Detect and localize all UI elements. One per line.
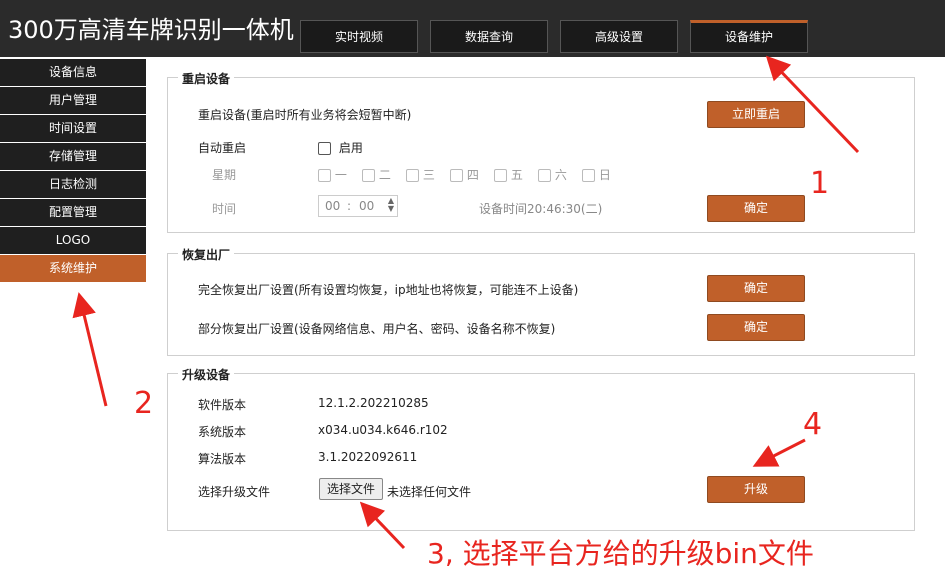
annotation-number-1: 1	[810, 166, 830, 201]
annotation-number-4: 4	[803, 407, 823, 442]
arrow-to-system-maintenance	[72, 292, 108, 407]
arrow-to-maintenance-tab	[765, 55, 860, 154]
arrow-to-choose-file	[359, 501, 406, 550]
annotation-arrows	[72, 55, 860, 550]
annotation-number-2: 2	[134, 386, 154, 421]
arrow-to-upgrade-button	[752, 438, 806, 467]
annotation-step-3: 3, 选择平台方给的升级bin文件	[427, 537, 814, 570]
